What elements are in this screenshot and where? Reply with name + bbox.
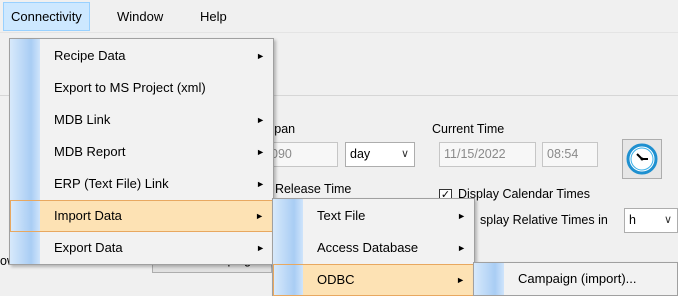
clock-icon	[626, 143, 658, 175]
menu-item-recipe-data[interactable]: Recipe Data ►	[10, 40, 273, 72]
menu-item-label: Export Data	[54, 240, 123, 255]
current-time-label: Current Time	[432, 122, 505, 136]
menu-item-campaign-import[interactable]: Campaign (import)...	[474, 263, 677, 295]
menu-help[interactable]: Help	[193, 2, 234, 31]
menu-item-label: Text File	[317, 208, 366, 223]
span-unit-select[interactable]: day ∨	[345, 142, 415, 167]
current-time-input[interactable]: 08:54	[542, 142, 598, 167]
menu-item-mdb-report[interactable]: MDB Report ►	[10, 136, 273, 168]
menu-item-mdb-link[interactable]: MDB Link ►	[10, 104, 273, 136]
menu-bar: Connectivity Window Help	[0, 0, 678, 33]
submenu-arrow-icon: ►	[256, 147, 265, 157]
clock-button[interactable]	[622, 139, 662, 179]
submenu-arrow-icon: ►	[256, 243, 265, 253]
import-data-submenu: Text File ► Access Database ► ODBC ►	[272, 198, 475, 296]
menu-item-export-ms-project[interactable]: Export to MS Project (xml)	[10, 72, 273, 104]
connectivity-menu: Recipe Data ► Export to MS Project (xml)…	[9, 38, 274, 265]
submenu-arrow-icon: ►	[457, 211, 466, 221]
display-relative-label: splay Relative Times in	[480, 213, 608, 227]
menu-item-label: MDB Report	[54, 144, 126, 159]
menu-item-label: Access Database	[317, 240, 419, 255]
menu-item-label: ERP (Text File) Link	[54, 176, 169, 191]
display-calendar-label: Display Calendar Times	[458, 187, 590, 201]
menu-gutter	[11, 201, 40, 231]
menu-item-export-data[interactable]: Export Data ►	[10, 232, 273, 264]
relative-unit-select[interactable]: h ∨	[624, 208, 678, 233]
menu-item-label: Import Data	[54, 208, 122, 223]
submenu-arrow-icon: ►	[256, 115, 265, 125]
menu-item-erp-link[interactable]: ERP (Text File) Link ►	[10, 168, 273, 200]
menu-item-import-data[interactable]: Import Data ►	[10, 200, 273, 232]
menu-connectivity[interactable]: Connectivity	[3, 2, 90, 31]
menu-item-label: Export to MS Project (xml)	[54, 80, 206, 95]
chevron-down-icon: ∨	[663, 214, 672, 226]
submenu-arrow-icon: ►	[256, 51, 265, 61]
submenu-arrow-icon: ►	[457, 243, 466, 253]
menu-gutter	[274, 265, 303, 295]
submenu-arrow-icon: ►	[456, 275, 465, 285]
relative-unit-value: h	[629, 213, 636, 227]
submenu-arrow-icon: ►	[256, 179, 265, 189]
submenu-arrow-icon: ►	[255, 211, 264, 221]
menu-window[interactable]: Window	[110, 2, 170, 31]
chevron-down-icon: ∨	[400, 148, 409, 160]
current-date-input[interactable]: 11/15/2022	[439, 142, 536, 167]
menu-item-access-database[interactable]: Access Database ►	[273, 232, 474, 264]
span-unit-value: day	[350, 147, 371, 161]
release-time-label: t Release Time	[268, 182, 352, 196]
span-input[interactable]: 090	[266, 142, 338, 167]
menu-item-label: MDB Link	[54, 112, 111, 127]
menu-item-odbc[interactable]: ODBC ►	[273, 264, 474, 296]
menu-item-label: Campaign (import)...	[518, 271, 637, 286]
menu-item-label: Recipe Data	[54, 48, 126, 63]
menu-item-label: ODBC	[317, 272, 355, 287]
odbc-submenu: Campaign (import)...	[473, 262, 678, 296]
menu-item-text-file[interactable]: Text File ►	[273, 200, 474, 232]
